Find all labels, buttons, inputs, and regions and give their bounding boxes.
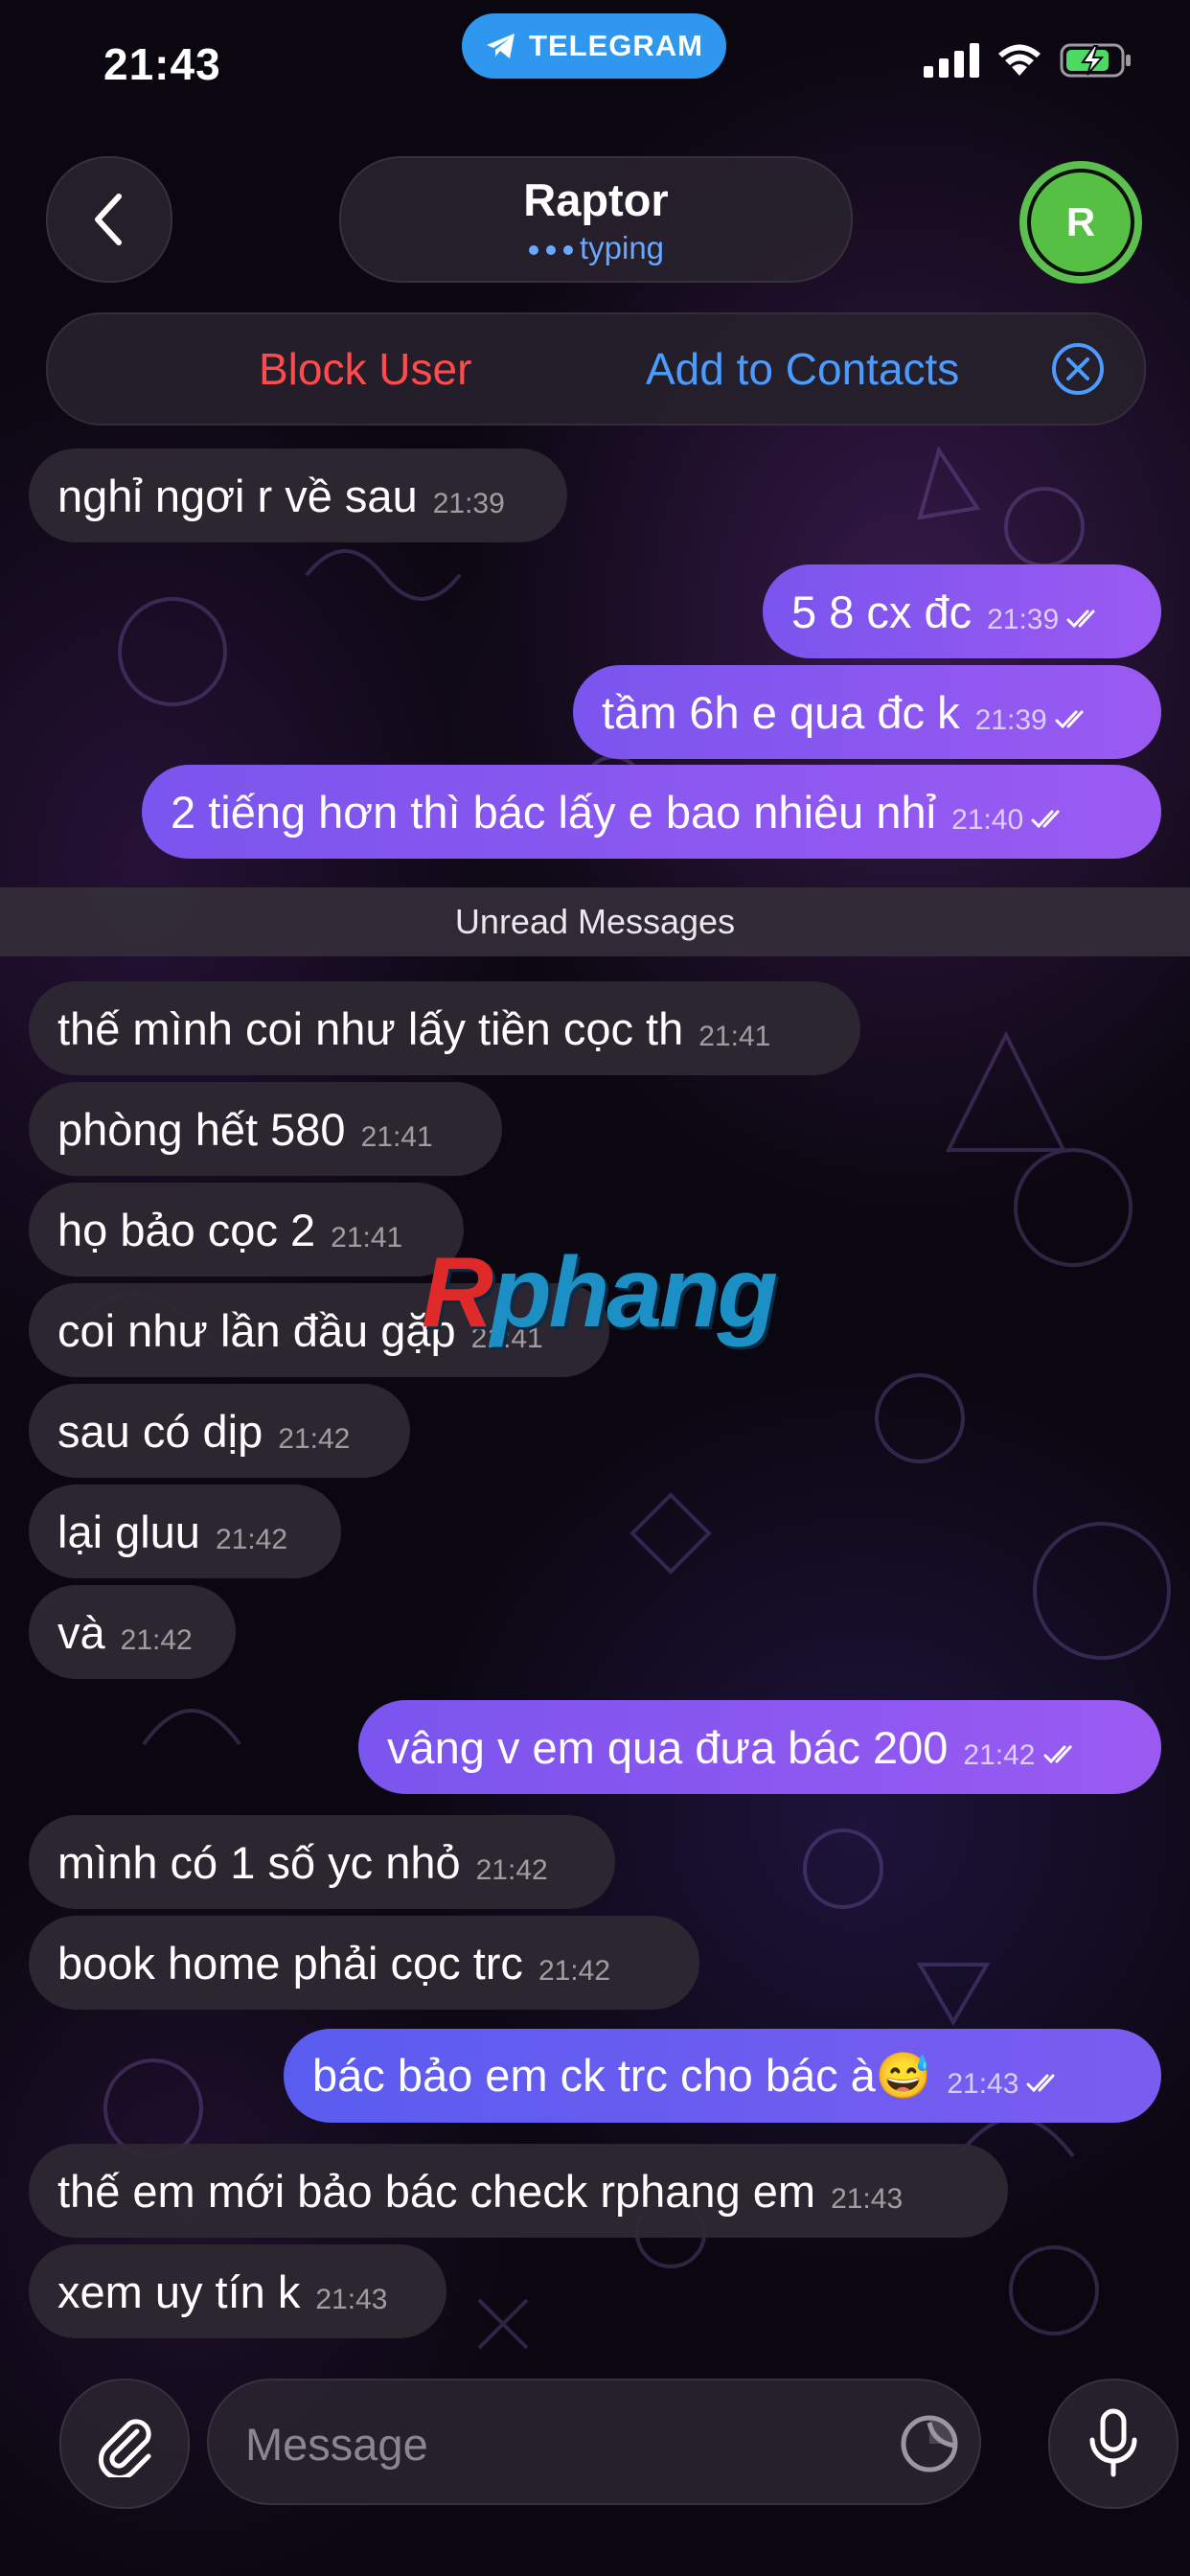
chat-title[interactable]: Raptor typing <box>339 156 853 283</box>
typing-status: typing <box>341 230 851 266</box>
message-bubble-incoming[interactable]: thế mình coi như lấy tiền cọc th 21:41 <box>29 981 860 1075</box>
avatar: R <box>1027 169 1134 276</box>
back-button[interactable] <box>46 156 172 283</box>
message-bubble-incoming[interactable]: sau có dịp 21:42 <box>29 1384 410 1478</box>
message-bubble-outgoing[interactable]: tầm 6h e qua đc k 21:39 <box>573 665 1161 759</box>
message-time: 21:43 <box>947 2068 1019 2100</box>
status-time: 21:43 <box>103 39 221 89</box>
message-text: coi như lần đầu gặp <box>57 1304 456 1356</box>
message-time: 21:39 <box>987 604 1060 635</box>
message-bubble-outgoing[interactable]: 5 8 cx đc 21:39 <box>763 564 1161 658</box>
read-checkmarks-icon <box>1066 610 1095 629</box>
message-text: vâng v em qua đưa bác 200 <box>387 1721 949 1773</box>
sticker-icon[interactable] <box>899 2413 960 2474</box>
chevron-left-icon <box>95 194 122 245</box>
wifi-icon <box>998 44 1041 76</box>
cellular-signal-icon <box>924 43 979 78</box>
battery-charging-icon <box>1060 43 1131 78</box>
message-bubble-incoming[interactable]: phòng hết 580 21:41 <box>29 1082 502 1176</box>
message-bubble-incoming[interactable]: nghỉ ngơi r về sau 21:39 <box>29 448 567 542</box>
message-text: sau có dịp <box>57 1405 263 1457</box>
message-time: 21:43 <box>315 2284 388 2315</box>
telegram-icon <box>487 34 515 58</box>
message-text: lại gluu <box>57 1506 200 1557</box>
microphone-icon <box>1089 2408 1137 2477</box>
contact-name: Raptor <box>523 174 669 225</box>
block-user-button[interactable]: Block User <box>259 343 471 395</box>
typing-label: typing <box>579 230 665 265</box>
message-text: mình có 1 số yc nhỏ <box>57 1836 461 1888</box>
message-input-container <box>207 2379 981 2505</box>
read-checkmarks-icon <box>1026 2074 1055 2093</box>
status-bar: 21:43 TELEGRAM <box>0 0 1190 125</box>
message-bubble-incoming[interactable]: và 21:42 <box>29 1585 236 1679</box>
message-text: nghỉ ngơi r về sau <box>57 470 418 521</box>
message-bubble-outgoing[interactable]: 2 tiếng hơn thì bác lấy e bao nhiêu nhỉ … <box>142 765 1161 859</box>
message-text: xem uy tín k <box>57 2266 301 2317</box>
message-bubble-incoming[interactable]: họ bảo cọc 2 21:41 <box>29 1183 464 1276</box>
add-to-contacts-button[interactable]: Add to Contacts <box>646 343 959 395</box>
paperclip-icon <box>98 2419 151 2477</box>
message-bubble-outgoing[interactable]: bác bảo em ck trc cho bác à😅 21:43 <box>284 2029 1161 2123</box>
message-bubble-incoming[interactable]: mình có 1 số yc nhỏ 21:42 <box>29 1815 615 1909</box>
message-text: họ bảo cọc 2 <box>57 1204 316 1255</box>
message-input[interactable] <box>243 2409 860 2478</box>
message-bubble-incoming[interactable]: xem uy tín k 21:43 <box>29 2244 446 2338</box>
contact-avatar-button[interactable]: R <box>1019 161 1142 284</box>
message-time: 21:41 <box>698 1021 771 1052</box>
telegram-pill-label: TELEGRAM <box>529 29 703 62</box>
message-time: 21:41 <box>331 1222 403 1254</box>
message-time: 21:42 <box>475 1854 548 1886</box>
message-bubble-incoming[interactable]: thế em mới bảo bác check rphang em 21:43 <box>29 2144 1008 2238</box>
message-time: 21:41 <box>360 1121 433 1153</box>
message-text: thế em mới bảo bác check rphang em <box>57 2165 816 2217</box>
message-text: và <box>57 1606 105 1658</box>
message-time: 21:39 <box>974 704 1047 736</box>
message-bubble-incoming[interactable]: book home phải cọc trc 21:42 <box>29 1916 699 2010</box>
message-text: 2 tiếng hơn thì bác lấy e bao nhiêu nhỉ <box>171 786 937 838</box>
read-checkmarks-icon <box>1055 710 1084 729</box>
message-bubble-incoming[interactable]: lại gluu 21:42 <box>29 1484 341 1578</box>
message-time: 21:42 <box>278 1423 351 1455</box>
message-text: thế mình coi như lấy tiền cọc th <box>57 1002 684 1054</box>
contact-action-bar: Block User Add to Contacts <box>46 312 1146 426</box>
message-text: 5 8 cx đc <box>791 586 973 637</box>
message-text: tầm 6h e qua đc k <box>602 686 960 738</box>
attach-button[interactable] <box>59 2379 190 2509</box>
message-bubble-outgoing[interactable]: vâng v em qua đưa bác 200 21:42 <box>358 1700 1161 1794</box>
message-time: 21:42 <box>215 1524 288 1555</box>
read-checkmarks-icon <box>1043 1745 1071 1764</box>
read-checkmarks-icon <box>1031 810 1060 829</box>
telegram-return-pill[interactable]: TELEGRAM <box>462 13 726 79</box>
message-time: 21:43 <box>831 2183 904 2215</box>
close-icon[interactable] <box>1050 341 1106 397</box>
voice-record-button[interactable] <box>1048 2379 1179 2509</box>
unread-messages-divider: Unread Messages <box>0 887 1190 956</box>
message-time: 21:40 <box>951 804 1024 836</box>
message-time: 21:39 <box>432 488 505 519</box>
message-text: bác bảo em ck trc cho bác à😅 <box>312 2050 932 2101</box>
message-time: 21:42 <box>120 1624 193 1656</box>
message-time: 21:42 <box>538 1955 611 1987</box>
message-text: book home phải cọc trc <box>57 1937 523 1989</box>
watermark-logo: Rphang <box>422 1237 778 1348</box>
message-time: 21:42 <box>963 1739 1036 1771</box>
message-text: phòng hết 580 <box>57 1103 346 1155</box>
typing-dots-icon <box>528 245 573 256</box>
